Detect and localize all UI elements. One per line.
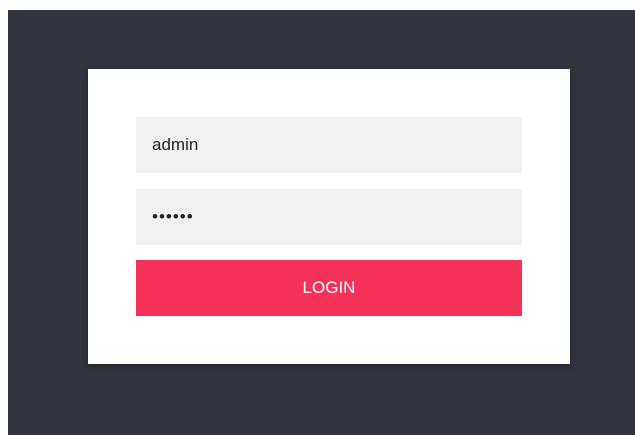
- login-card: LOGIN: [88, 69, 570, 364]
- page-background: LOGIN: [8, 10, 635, 435]
- login-button[interactable]: LOGIN: [136, 260, 522, 316]
- password-input[interactable]: [136, 189, 522, 245]
- username-input[interactable]: [136, 117, 522, 173]
